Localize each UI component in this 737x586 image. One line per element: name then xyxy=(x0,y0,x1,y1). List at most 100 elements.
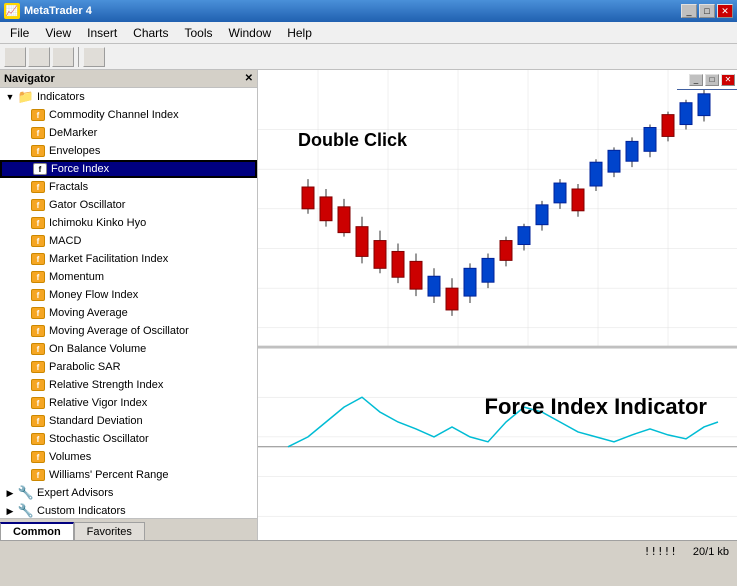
f-icon-volumes: f xyxy=(30,450,46,464)
app-icon: 📈 xyxy=(4,3,20,19)
tab-common[interactable]: Common xyxy=(0,522,74,540)
tab-favorites[interactable]: Favorites xyxy=(74,522,145,540)
indicator-money-flow[interactable]: f Money Flow Index xyxy=(0,286,257,304)
maximize-button[interactable]: □ xyxy=(699,4,715,18)
close-button[interactable]: ✕ xyxy=(717,4,733,18)
menu-view[interactable]: View xyxy=(37,24,79,42)
main-area: Navigator ✕ ▼ 📁 Indicators f Commodity C… xyxy=(0,70,737,540)
status-segments: !!!!! xyxy=(644,545,677,558)
ci-folder-icon: 🔧 xyxy=(18,504,34,518)
f-icon-rvgi: f xyxy=(30,396,46,410)
indicator-label: Momentum xyxy=(49,271,104,283)
custom-indicators-group[interactable]: ▶ 🔧 Custom Indicators xyxy=(0,502,257,518)
menu-window[interactable]: Window xyxy=(221,24,280,42)
indicator-rsi[interactable]: f Relative Strength Index xyxy=(0,376,257,394)
indicator-label: Standard Deviation xyxy=(49,415,143,427)
toolbar-btn-4[interactable] xyxy=(83,47,105,67)
f-icon-stoch: f xyxy=(30,432,46,446)
expand-icon: ▼ xyxy=(4,91,16,103)
toolbar xyxy=(0,44,737,70)
chart-area: Double Click Force Index Indicator _ □ ✕ xyxy=(258,70,737,540)
status-info: 20/1 kb xyxy=(693,546,729,558)
f-icon-mfi: f xyxy=(30,252,46,266)
f-icon-rsi: f xyxy=(30,378,46,392)
f-icon-obv: f xyxy=(30,342,46,356)
indicator-label: MACD xyxy=(49,235,81,247)
f-icon-sar: f xyxy=(30,360,46,374)
indicator-market-facilitation[interactable]: f Market Facilitation Index xyxy=(0,250,257,268)
indicator-label: Moving Average xyxy=(49,307,128,319)
f-icon-commodity: f xyxy=(30,108,46,122)
f-icon-ichimoku: f xyxy=(30,216,46,230)
indicator-label: Envelopes xyxy=(49,145,100,157)
f-icon-fractals: f xyxy=(30,180,46,194)
indicator-volumes[interactable]: f Volumes xyxy=(0,448,257,466)
indicator-label: Relative Vigor Index xyxy=(49,397,147,409)
indicator-moving-average[interactable]: f Moving Average xyxy=(0,304,257,322)
indicator-force-index[interactable]: f Force Index xyxy=(0,160,257,178)
indicator-rvgi[interactable]: f Relative Vigor Index xyxy=(0,394,257,412)
f-icon-momentum: f xyxy=(30,270,46,284)
indicator-macd[interactable]: f MACD xyxy=(0,232,257,250)
navigator-close-button[interactable]: ✕ xyxy=(245,73,253,84)
chart-restore-btn[interactable]: □ xyxy=(705,74,719,86)
indicator-label: Stochastic Oscillator xyxy=(49,433,149,445)
f-icon-force: f xyxy=(32,162,48,176)
f-icon-williams: f xyxy=(30,468,46,482)
toolbar-separator xyxy=(78,47,79,67)
expert-advisors-group[interactable]: ▶ 🔧 Expert Advisors xyxy=(0,484,257,502)
double-click-label: Double Click xyxy=(298,130,407,151)
menu-charts[interactable]: Charts xyxy=(125,24,176,42)
indicator-label: Commodity Channel Index xyxy=(49,109,179,121)
indicator-label: DeMarker xyxy=(49,127,97,139)
indicator-label: Force Index xyxy=(51,163,109,175)
toolbar-btn-1[interactable] xyxy=(4,47,26,67)
menu-insert[interactable]: Insert xyxy=(79,24,125,42)
indicator-gator[interactable]: f Gator Oscillator xyxy=(0,196,257,214)
indicator-label: Ichimoku Kinko Hyo xyxy=(49,217,146,229)
indicator-label: Williams' Percent Range xyxy=(49,469,168,481)
ea-label: Expert Advisors xyxy=(37,487,113,499)
chart-close-btn[interactable]: ✕ xyxy=(721,74,735,86)
menu-file[interactable]: File xyxy=(2,24,37,42)
indicator-label: Gator Oscillator xyxy=(49,199,125,211)
indicator-label: Relative Strength Index xyxy=(49,379,163,391)
indicator-label: Moving Average of Oscillator xyxy=(49,325,189,337)
indicator-on-balance[interactable]: f On Balance Volume xyxy=(0,340,257,358)
indicator-parabolic[interactable]: f Parabolic SAR xyxy=(0,358,257,376)
navigator-tabs: Common Favorites xyxy=(0,518,257,540)
indicator-momentum[interactable]: f Momentum xyxy=(0,268,257,286)
expand-ci-icon: ▶ xyxy=(4,505,16,517)
expand-ea-icon: ▶ xyxy=(4,487,16,499)
f-icon-demarker: f xyxy=(30,126,46,140)
inner-window-controls: _ □ ✕ xyxy=(677,70,737,90)
force-index-label: Force Index Indicator xyxy=(485,394,708,420)
indicator-label: Market Facilitation Index xyxy=(49,253,168,265)
indicator-moving-average-osc[interactable]: f Moving Average of Oscillator xyxy=(0,322,257,340)
indicator-label: Fractals xyxy=(49,181,88,193)
indicator-label: Volumes xyxy=(49,451,91,463)
title-bar: 📈 MetaTrader 4 _ □ ✕ xyxy=(0,0,737,22)
indicator-envelopes[interactable]: f Envelopes xyxy=(0,142,257,160)
indicator-williams[interactable]: f Williams' Percent Range xyxy=(0,466,257,484)
indicator-commodity[interactable]: f Commodity Channel Index xyxy=(0,106,257,124)
indicator-label: Parabolic SAR xyxy=(49,361,121,373)
indicator-fractals[interactable]: f Fractals xyxy=(0,178,257,196)
ci-label: Custom Indicators xyxy=(37,505,126,517)
indicators-group[interactable]: ▼ 📁 Indicators xyxy=(0,88,257,106)
navigator-content[interactable]: ▼ 📁 Indicators f Commodity Channel Index… xyxy=(0,88,257,518)
menu-bar: File View Insert Charts Tools Window Hel… xyxy=(0,22,737,44)
f-icon-gator: f xyxy=(30,198,46,212)
indicator-stddev[interactable]: f Standard Deviation xyxy=(0,412,257,430)
toolbar-btn-2[interactable] xyxy=(28,47,50,67)
minimize-button[interactable]: _ xyxy=(681,4,697,18)
status-bar: !!!!! 20/1 kb xyxy=(0,540,737,562)
indicator-ichimoku[interactable]: f Ichimoku Kinko Hyo xyxy=(0,214,257,232)
menu-tools[interactable]: Tools xyxy=(177,24,221,42)
indicator-stochastic[interactable]: f Stochastic Oscillator xyxy=(0,430,257,448)
chart-minimize-btn[interactable]: _ xyxy=(689,74,703,86)
f-icon-ma: f xyxy=(30,306,46,320)
indicator-demarker[interactable]: f DeMarker xyxy=(0,124,257,142)
toolbar-btn-3[interactable] xyxy=(52,47,74,67)
menu-help[interactable]: Help xyxy=(279,24,320,42)
